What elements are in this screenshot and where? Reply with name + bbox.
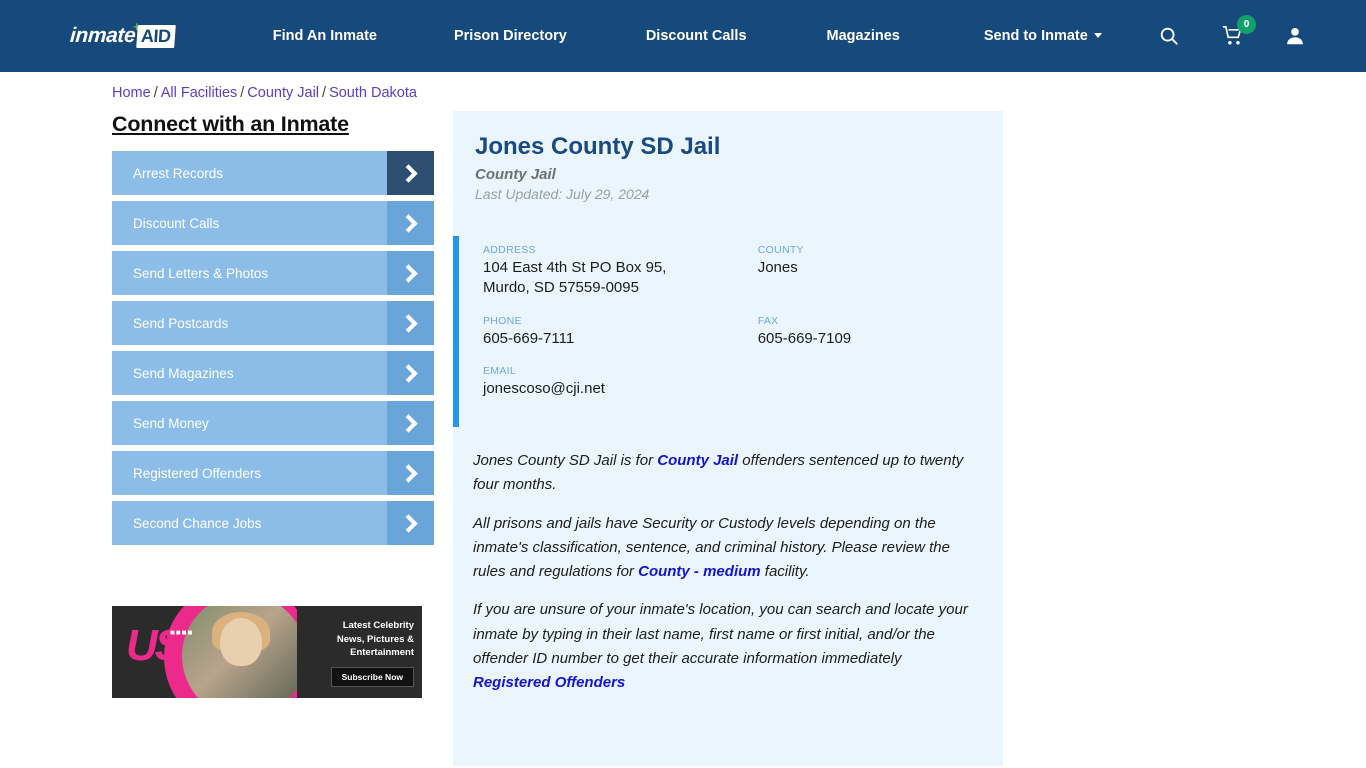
desc-p3-link-registered-offenders[interactable]: Registered Offenders (473, 674, 625, 691)
address-value-line1: 104 East 4th St PO Box 95, (483, 259, 667, 276)
ad-line-1: Latest Celebrity (342, 619, 414, 631)
sidebar-item-label: Second Chance Jobs (133, 515, 262, 531)
sidebar-item-send-money[interactable]: Send Money (112, 401, 434, 445)
sidebar-title: Connect with an Inmate (112, 112, 349, 136)
contact-field-phone: PHONE 605-669-7111 (483, 315, 758, 349)
breadcrumb-item-all-facilities[interactable]: All Facilities (161, 85, 238, 101)
description-paragraph-2: All prisons and jails have Security or C… (473, 512, 977, 585)
chevron-right-icon (387, 451, 434, 495)
logo-aid-badge: AID (136, 24, 176, 48)
chevron-down-icon (1093, 33, 1102, 38)
breadcrumb-separator: / (153, 85, 158, 101)
contact-field-email: EMAIL jonescoso@cji.net (483, 365, 763, 399)
nav-item-send-to-inmate[interactable]: Send to Inmate (984, 22, 1102, 50)
ad-person-face (220, 618, 262, 666)
contact-field-county: COUNTY Jones (758, 244, 1003, 299)
chevron-right-icon (387, 351, 434, 395)
site-logo[interactable]: inmate + AID (69, 19, 176, 51)
breadcrumb-separator: / (322, 85, 327, 101)
county-value: Jones (757, 259, 798, 276)
chevron-right-icon (387, 401, 434, 445)
ad-line-2: News, Pictures & (336, 633, 414, 645)
ad-copy: Latest Celebrity News, Pictures & Entert… (297, 606, 422, 698)
description-paragraph-1: Jones County SD Jail is for County Jail … (473, 449, 977, 498)
ad-subscribe-button[interactable]: Subscribe Now (330, 667, 414, 688)
contact-field-address: ADDRESS 104 East 4th St PO Box 95, Murdo… (483, 244, 758, 299)
sidebar-item-discount-calls[interactable]: Discount Calls (112, 201, 434, 245)
page-title: Jones County SD Jail (475, 133, 721, 160)
chevron-right-icon (387, 501, 434, 545)
breadcrumb-item-county-jail[interactable]: County Jail (247, 85, 319, 101)
contact-row-email: EMAIL jonescoso@cji.net (483, 365, 1003, 399)
ad-brand-dots: ■■■■ (170, 628, 194, 637)
nav-icon-group: 0 (1106, 15, 1306, 48)
desc-p2-text-b: facility. (760, 563, 810, 581)
chevron-right-icon (387, 301, 434, 345)
sidebar: Connect with an Inmate Arrest Records Di… (112, 112, 434, 551)
address-label: ADDRESS (483, 244, 536, 256)
sidebar-item-send-magazines[interactable]: Send Magazines (112, 351, 434, 395)
nav-links: Find An Inmate Prison Directory Discount… (221, 22, 1106, 50)
top-navigation-bar: inmate + AID Find An Inmate Prison Direc… (0, 0, 1366, 72)
sidebar-item-send-postcards[interactable]: Send Postcards (112, 301, 434, 345)
chevron-right-icon (387, 201, 434, 245)
facility-header: Jones County SD Jail County Jail Last Up… (453, 111, 1003, 202)
user-icon[interactable] (1284, 25, 1306, 47)
email-label: EMAIL (483, 364, 517, 377)
sidebar-item-label: Send Money (133, 415, 209, 431)
desc-p1-text-a: Jones County SD Jail is for (473, 452, 658, 469)
contact-field-fax: FAX 605-669-7109 (758, 315, 1003, 349)
breadcrumb-item-home[interactable]: Home (112, 85, 151, 101)
advertisement-banner[interactable]: US ■■■■ Latest Celebrity News, Pictures … (112, 606, 422, 698)
contact-row-phone-fax: PHONE 605-669-7111 FAX 605-669-7109 (483, 315, 1003, 349)
logo-word: inmate (69, 24, 137, 47)
county-label: COUNTY (757, 244, 804, 256)
sidebar-item-registered-offenders[interactable]: Registered Offenders (112, 451, 434, 495)
fax-label: FAX (757, 314, 779, 327)
nav-item-find-an-inmate[interactable]: Find An Inmate (273, 22, 377, 50)
nav-item-send-to-inmate-label: Send to Inmate (983, 28, 1088, 44)
sidebar-item-send-letters-photos[interactable]: Send Letters & Photos (112, 251, 434, 295)
desc-p1-link-county-jail[interactable]: County Jail (657, 452, 738, 469)
chevron-right-icon (387, 151, 434, 195)
chevron-right-icon (387, 251, 434, 295)
last-updated: Last Updated: July 29, 2024 (475, 186, 650, 202)
ad-artwork: US ■■■■ (112, 606, 297, 698)
nav-item-prison-directory[interactable]: Prison Directory (454, 22, 567, 50)
contact-row-address-county: ADDRESS 104 East 4th St PO Box 95, Murdo… (483, 244, 1003, 299)
breadcrumb-separator: / (240, 85, 245, 101)
sidebar-item-second-chance-jobs[interactable]: Second Chance Jobs (112, 501, 434, 545)
search-icon[interactable] (1158, 25, 1180, 47)
nav-item-magazines[interactable]: Magazines (827, 22, 900, 50)
facility-detail-panel: Jones County SD Jail County Jail Last Up… (453, 111, 1003, 766)
cart-icon[interactable]: 0 (1220, 15, 1256, 48)
nav-item-discount-calls[interactable]: Discount Calls (646, 22, 747, 50)
facility-type: County Jail (475, 166, 556, 183)
address-value-line2: Murdo, SD 57559-0095 (483, 279, 639, 297)
breadcrumb-item-south-dakota[interactable]: South Dakota (329, 85, 417, 101)
sidebar-item-label: Registered Offenders (133, 465, 262, 481)
sidebar-item-label: Discount Calls (133, 215, 220, 231)
sidebar-item-arrest-records[interactable]: Arrest Records (112, 151, 434, 195)
facility-description: Jones County SD Jail is for County Jail … (453, 427, 1003, 696)
sidebar-item-label: Arrest Records (133, 165, 224, 181)
desc-p2-link-county-medium[interactable]: County - medium (638, 563, 761, 580)
cart-count-badge: 0 (1237, 15, 1256, 34)
ad-line-3: Entertainment (350, 647, 414, 659)
facility-contact-block: ADDRESS 104 East 4th St PO Box 95, Murdo… (453, 236, 1003, 427)
breadcrumb: Home / All Facilities / County Jail / South Da… (112, 85, 417, 101)
desc-p3-text-a: If you are unsure of your inmate's locat… (473, 601, 968, 668)
email-value: jonescoso@cji.net (483, 379, 605, 397)
sidebar-item-label: Send Letters & Photos (133, 265, 269, 281)
fax-value: 605-669-7109 (757, 329, 852, 347)
phone-value: 605-669-7111 (483, 329, 575, 347)
sidebar-item-label: Send Postcards (133, 315, 229, 331)
phone-label: PHONE (483, 314, 522, 327)
sidebar-item-label: Send Magazines (133, 365, 234, 381)
description-paragraph-3: If you are unsure of your inmate's locat… (473, 598, 977, 695)
